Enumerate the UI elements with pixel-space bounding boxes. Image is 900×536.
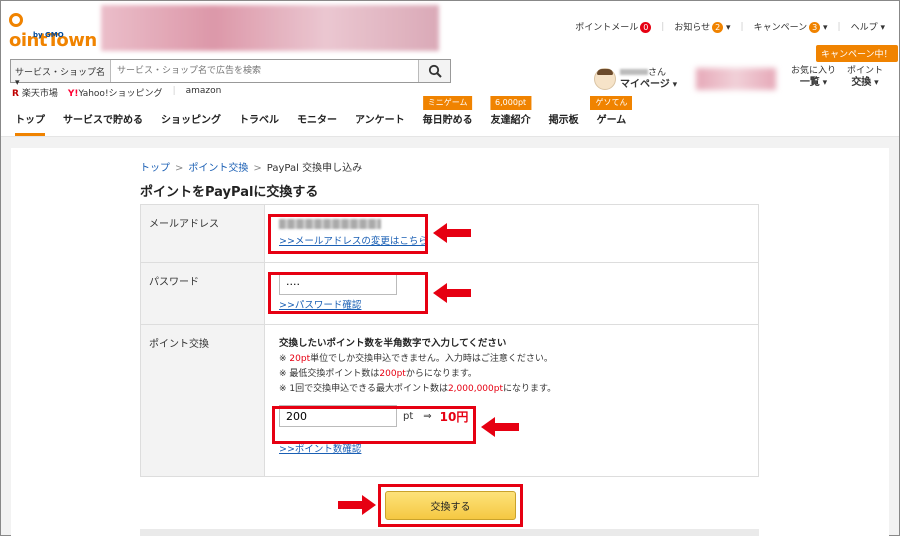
nav-monitor[interactable]: モニター [297,109,337,136]
password-label: パスワード [141,263,265,324]
points-note-1: ※ 20pt単位でしか交換申込できません。入力時はご注意ください。 [279,354,553,364]
exchange-submit-button[interactable]: 交換する [385,491,516,520]
blurred-banner[interactable] [101,5,439,51]
points-label: ポイント交換 [141,325,265,476]
search-input[interactable] [111,60,418,82]
nav-daily[interactable]: ミニゲーム 毎日貯める [423,96,473,136]
email-label: メールアドレス [141,205,265,262]
search-button[interactable] [418,60,450,82]
quicklink-rakuten[interactable]: R 楽天市場 [12,86,58,99]
points-note-3: ※ 1回で交換申込できる最大ポイント数は2,000,000ptになります。 [279,384,557,394]
toplink-notices[interactable]: お知らせ 2 ▾ [674,20,731,33]
page-title: ポイントをPayPalに交換する [140,185,319,200]
submit-highlight: 交換する [378,484,523,527]
arrow-left-password-icon [433,283,471,303]
nav-top[interactable]: トップ [15,109,45,136]
top-links: ポイントメール 0 | お知らせ 2 ▾ | キャンペーン 3 ▾ | ヘルプ ▾ [575,20,885,33]
highlight-email [268,214,428,254]
nav-board[interactable]: 掲示板 [549,109,579,136]
arrow-right-submit-icon [338,495,376,515]
avatar-icon [594,68,616,90]
rakuten-icon: R [12,89,19,99]
campaign-tag: キャンペーン中！ [816,45,898,62]
nav-travel[interactable]: トラベル [239,109,279,136]
bottom-divider [140,529,759,536]
nav-shopping[interactable]: ショッピング [161,109,221,136]
global-nav: トップ サービスで貯める ショッピング トラベル モニター アンケート ミニゲー… [1,96,899,136]
nav-invite[interactable]: 6,000pt 友達紹介 [490,96,532,136]
breadcrumb-top[interactable]: トップ [140,163,170,174]
username-blurred [620,69,648,75]
favorites-menu[interactable]: お気に入り 一覧 ▾ [791,65,836,89]
toplink-point-mail[interactable]: ポイントメール 0 [575,20,652,33]
breadcrumb: トップ > ポイント交換 > PayPal 交換申し込み [140,163,363,174]
search-category-select[interactable]: サービス・ショップ名 ▾ [11,60,111,88]
points-note-2: ※ 最低交換ポイント数は200ptからになります。 [279,369,477,379]
nav-tag-6000pt: 6,000pt [490,96,532,110]
mypage-menu[interactable]: さん マイページ ▾ [594,67,677,91]
points-instruction: 交換したいポイント数を半角数字で入力してください [279,338,507,349]
logo-sub: by GMO [33,31,64,39]
nav-tag-gesoten: ゲソてん [590,96,633,110]
mail-count-badge: 0 [640,22,652,33]
nav-services[interactable]: サービスで貯める [63,109,143,136]
points-blurred [696,68,776,90]
arrow-left-email-icon [433,223,471,243]
yahoo-icon: Y! [67,89,79,99]
search-bar: サービス・ショップ名 ▾ [10,59,451,88]
exchange-menu[interactable]: ポイント 交換 ▾ [847,65,883,89]
search-icon [428,64,442,78]
breadcrumb-exchange[interactable]: ポイント交換 [188,163,248,174]
pointtown-logo[interactable]: ointTown by GMO [9,9,99,51]
highlight-password [268,272,428,314]
nav-survey[interactable]: アンケート [355,109,405,136]
toplink-campaign[interactable]: キャンペーン 3 ▾ [754,20,828,33]
notice-count-badge: 2 [712,22,724,33]
points-row: ポイント交換 交換したいポイント数を半角数字で入力してください ※ 20pt単位… [141,325,758,476]
quick-links: R 楽天市場 Y!Yahoo!ショッピング | amazon [12,86,222,99]
arrow-left-points-icon [481,417,519,437]
quicklink-yahoo[interactable]: Y!Yahoo!ショッピング [68,86,163,99]
points-confirm-link[interactable]: >>ポイント数確認 [279,444,361,455]
toplink-help[interactable]: ヘルプ ▾ [851,20,885,33]
quicklink-amazon[interactable]: amazon [186,86,222,99]
header: ointTown by GMO ポイントメール 0 | お知らせ 2 ▾ | キャン… [1,1,899,137]
nav-game[interactable]: ゲソてん ゲーム [590,96,633,136]
highlight-points [272,406,476,444]
main-content: トップ > ポイント交換 > PayPal 交換申し込み ポイントをPayPalに交換す… [11,148,889,536]
breadcrumb-current: PayPal 交換申し込み [266,163,363,174]
campaign-count-badge: 3 [809,22,821,33]
logo-text: ointTown [9,9,99,51]
nav-tag-minigame: ミニゲーム [422,96,473,110]
